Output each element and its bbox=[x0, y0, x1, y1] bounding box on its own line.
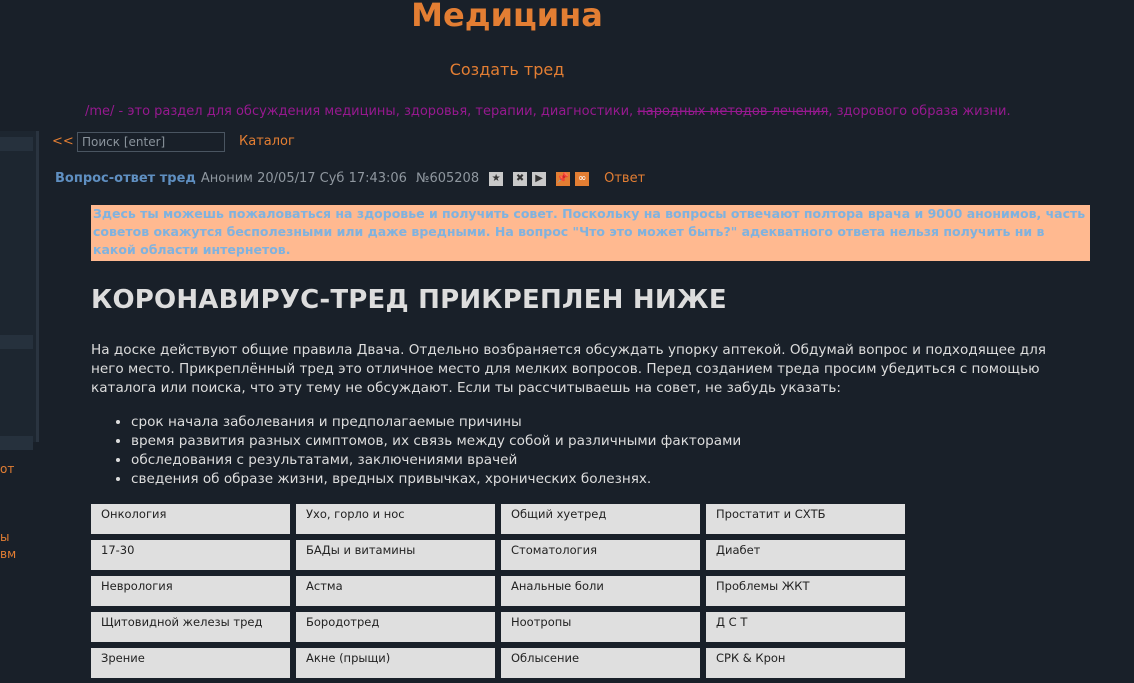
search-input[interactable] bbox=[77, 132, 225, 152]
post-header: Вопрос-ответ тред Аноним 20/05/17 Суб 17… bbox=[55, 171, 645, 186]
topic-link[interactable]: Д С Т bbox=[706, 612, 905, 642]
sidebar-item[interactable] bbox=[0, 335, 33, 349]
coronavirus-heading: КОРОНАВИРУС-ТРЕД ПРИКРЕПЛЕН НИЖЕ bbox=[91, 285, 727, 315]
board-description: /me/ - это раздел для обсуждения медицин… bbox=[85, 104, 1011, 119]
topic-link[interactable]: Анальные боли bbox=[501, 576, 700, 606]
favorite-star-icon[interactable]: ★ bbox=[489, 171, 504, 186]
topic-link[interactable]: Простатит и СХТБ bbox=[706, 504, 905, 534]
topic-link[interactable]: Проблемы ЖКТ bbox=[706, 576, 905, 606]
topic-link[interactable]: Неврология bbox=[91, 576, 290, 606]
sidebar-item[interactable] bbox=[0, 137, 33, 151]
list-item: время развития разных симптомов, их связ… bbox=[131, 432, 1121, 451]
topic-link[interactable]: Бородотред bbox=[296, 612, 495, 642]
catalog-link[interactable]: Каталог bbox=[239, 134, 295, 149]
topic-link[interactable]: Акне (прыщи) bbox=[296, 648, 495, 678]
board-description-strikethrough: народных методов лечения bbox=[637, 104, 829, 119]
infinity-link-icon[interactable]: ∞ bbox=[575, 171, 590, 186]
pin-icon[interactable]: 📌 bbox=[556, 171, 571, 186]
board-description-text-end: , здорового образа жизни. bbox=[828, 104, 1011, 119]
list-item: сведения об образе жизни, вредных привыч… bbox=[131, 470, 1121, 489]
topic-link[interactable]: Стоматология bbox=[501, 540, 700, 570]
topic-links-grid: Онкология Ухо, горло и нос Общий хуетред… bbox=[91, 504, 905, 678]
reply-link[interactable]: Ответ bbox=[604, 171, 645, 186]
warning-banner: Здесь ты можешь пожаловаться на здоровье… bbox=[91, 205, 1090, 261]
play-icon[interactable]: ▶ bbox=[532, 171, 547, 186]
topic-link[interactable]: Зрение bbox=[91, 648, 290, 678]
topic-link[interactable]: Ноотропы bbox=[501, 612, 700, 642]
sidebar-link-fragment[interactable]: ы bbox=[0, 530, 9, 544]
sidebar-link-fragment[interactable]: вм bbox=[0, 547, 16, 561]
board-rules-text: На доске действуют общие правила Двача. … bbox=[91, 342, 1046, 396]
requirements-list: срок начала заболевания и предполагаемые… bbox=[91, 413, 1121, 489]
list-item: срок начала заболевания и предполагаемые… bbox=[131, 413, 1121, 432]
topic-link[interactable]: 17-30 bbox=[91, 540, 290, 570]
board-title: Медицина bbox=[411, 0, 603, 34]
post-subject: Вопрос-ответ тред bbox=[55, 171, 196, 186]
topic-link[interactable]: Астма bbox=[296, 576, 495, 606]
sidebar-link-fragment[interactable]: от bbox=[0, 462, 14, 476]
list-item: обследования с результатами, заключениям… bbox=[131, 451, 1121, 470]
post-number[interactable]: №605208 bbox=[416, 171, 479, 186]
sidebar-item[interactable] bbox=[0, 436, 33, 450]
topic-link[interactable]: БАДы и витамины bbox=[296, 540, 495, 570]
topic-link[interactable]: Диабет bbox=[706, 540, 905, 570]
topic-link[interactable]: СРК & Крон bbox=[706, 648, 905, 678]
topic-link[interactable]: Общий хуетред bbox=[501, 504, 700, 534]
topic-link[interactable]: Ухо, горло и нос bbox=[296, 504, 495, 534]
topic-link[interactable]: Онкология bbox=[91, 504, 290, 534]
page: Медицина Создать тред /me/ - это раздел … bbox=[0, 0, 1134, 683]
topic-link[interactable]: Щитовидной железы тред bbox=[91, 612, 290, 642]
create-thread-link[interactable]: Создать тред bbox=[0, 60, 1014, 79]
back-link[interactable]: << bbox=[52, 134, 74, 149]
topic-link[interactable]: Облысение bbox=[501, 648, 700, 678]
board-description-text: /me/ - это раздел для обсуждения медицин… bbox=[85, 104, 638, 119]
hide-post-icon[interactable]: ✖ bbox=[513, 171, 528, 186]
sidebar-panel bbox=[0, 131, 39, 450]
post-author-date: Аноним 20/05/17 Суб 17:43:06 bbox=[200, 171, 407, 186]
